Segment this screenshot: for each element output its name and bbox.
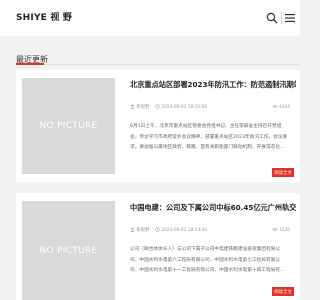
article-date: 2023-06-02 18:13:34 <box>155 227 207 233</box>
excerpt-line: 司、中国水利水电第十一工程局有限公司、中国水利水电第十四工程局有… <box>130 268 285 273</box>
eye-icon <box>271 104 278 109</box>
article-views: 1226 <box>271 227 290 233</box>
no-picture-label: NO PICTURE <box>39 121 98 131</box>
user-icon <box>130 104 135 109</box>
excerpt-line: 司、中国水利水电第六工程局有限公司、中国水利水电第七工程局有限公 <box>130 257 281 263</box>
article-card: NO PICTURE 中国电建：公司及下属公司中标60.45亿元广州轨交项目 新… <box>16 193 300 300</box>
top-navigation-bar: SHIYE 视 野 <box>0 0 300 36</box>
article-author-name: 新视野 <box>136 228 150 233</box>
article-views: 4304 <box>271 104 290 110</box>
read-more-button[interactable]: 阅读全文 <box>272 287 294 296</box>
article-author: 新视野 <box>130 104 149 110</box>
article-date-text: 2023-06-02 18:15:08 <box>161 105 208 110</box>
excerpt-line: 公司（联合体体头人）与公司下属子公司中电建铁路建设投资集团有限公 <box>130 247 281 252</box>
read-more-button[interactable]: 阅读全文 <box>272 168 294 177</box>
section-divider <box>16 64 300 65</box>
article-date-text: 2023-06-02 18:13:34 <box>161 228 208 233</box>
article-excerpt: 公司（联合体体头人）与公司下属子公司中电建铁路建设投资集团有限公 司、中国水利水… <box>130 245 290 277</box>
article-meta: 新视野 2023-06-02 18:15:08 4304 <box>130 103 300 111</box>
article-title[interactable]: 北京重点站区部署2023年防汛工作：防范遏制汛期站区… <box>130 80 296 90</box>
clock-icon <box>155 227 160 232</box>
hamburger-menu-icon[interactable] <box>285 13 295 23</box>
excerpt-line: 会，传达学习市政府常务会议精神，部署重点站区2023年防汛工作。会议要 <box>130 134 288 140</box>
article-title[interactable]: 中国电建：公司及下属公司中标60.45亿元广州轨交项目 <box>130 203 296 213</box>
excerpt-line: 求，要加强与属地区政府、铁路、首有关职能部门联动机制，开展常态化… <box>130 145 285 150</box>
article-thumbnail-placeholder[interactable]: NO PICTURE <box>22 78 115 174</box>
article-card: NO PICTURE 北京重点站区部署2023年防汛工作：防范遏制汛期站区… 新… <box>16 70 300 182</box>
article-excerpt: 6月1日上午，北京市重点站区管委会党组书记、主任李辰舍主持召开党组 会，传达学习… <box>130 122 290 154</box>
clock-icon <box>155 104 160 109</box>
article-meta: 新视野 2023-06-02 18:13:34 1226 <box>130 226 300 234</box>
site-logo[interactable]: SHIYE 视 野 <box>16 10 72 23</box>
eye-icon <box>271 227 278 232</box>
article-thumbnail-placeholder[interactable]: NO PICTURE <box>22 201 115 300</box>
header-divider <box>281 12 282 24</box>
excerpt-line: 6月1日上午，北京市重点站区管委会党组书记、主任李辰舍主持召开党组 <box>130 124 282 129</box>
article-author-name: 新视野 <box>136 105 150 110</box>
search-icon[interactable] <box>266 12 278 24</box>
no-picture-label: NO PICTURE <box>39 245 98 256</box>
article-views-count: 1226 <box>279 228 290 233</box>
section-divider-accent <box>16 63 44 65</box>
user-icon <box>130 227 135 232</box>
article-views-count: 4304 <box>279 105 290 110</box>
article-date: 2023-06-02 18:15:08 <box>155 104 207 110</box>
article-author: 新视野 <box>130 227 149 233</box>
